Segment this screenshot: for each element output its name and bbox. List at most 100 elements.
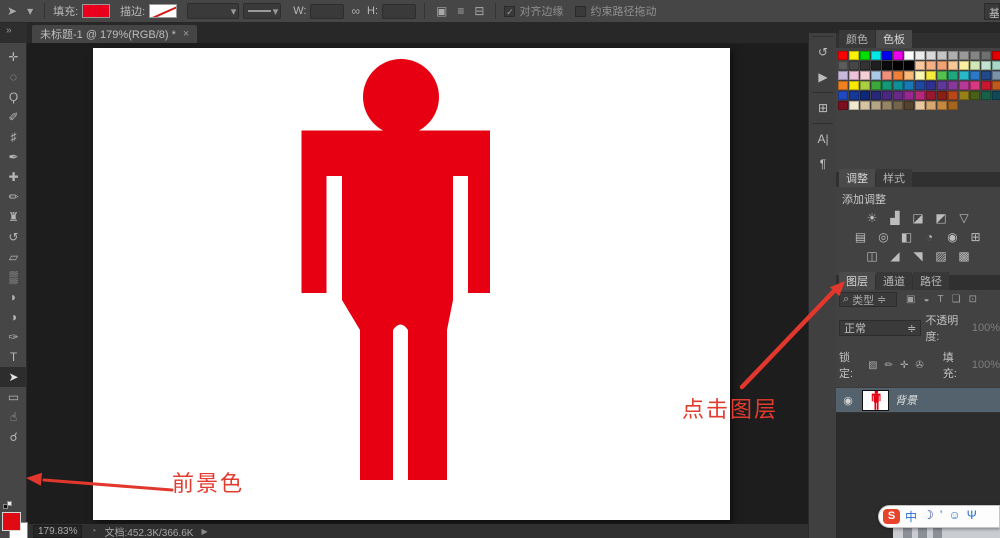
layer-thumbnail[interactable] [862,390,889,411]
blend-mode-dropdown[interactable]: 正常 ≑ [839,320,921,336]
color-swatch[interactable] [860,91,870,100]
tab-adjustments[interactable]: 调整 [839,169,875,187]
color-swatch[interactable] [904,81,914,90]
taskbar-button[interactable] [903,528,912,538]
paragraph-panel-icon[interactable]: ¶ [809,152,837,176]
color-swatch[interactable] [959,61,969,70]
lock-icon[interactable]: ✇ [915,360,923,371]
layer-row-background[interactable]: ◉ 背景 [836,387,1000,413]
color-swatch[interactable] [893,101,903,110]
color-swatch[interactable] [992,71,1000,80]
color-swatch[interactable] [849,81,859,90]
layer-filter-icon[interactable]: ▣ [906,294,915,305]
width-input[interactable] [310,4,344,19]
color-swatch[interactable] [970,61,980,70]
character-panel-icon[interactable]: A| [809,127,837,151]
path-arrangement-icon[interactable]: ⊟ [471,4,487,18]
gradient-tool[interactable]: ▒ [0,267,27,287]
color-swatch[interactable] [838,101,848,110]
color-swatch[interactable] [948,71,958,80]
color-swatch[interactable] [959,81,969,90]
ime-moon-icon[interactable]: ☽ [923,508,934,525]
presets-panel-icon[interactable]: ⊞ [809,96,837,120]
color-swatch[interactable] [970,81,980,90]
document-tab-close-icon[interactable]: × [183,28,189,40]
color-swatch[interactable] [915,61,925,70]
color-swatch[interactable] [882,91,892,100]
layer-filter-icon[interactable]: ❏ [952,294,961,305]
adjustment-icon[interactable]: ◪ [910,211,926,226]
color-swatch[interactable] [915,101,925,110]
tab-paths[interactable]: 路径 [913,272,949,290]
color-swatch[interactable] [926,61,936,70]
color-swatch[interactable] [904,91,914,100]
ime-logo-icon[interactable]: S [883,509,900,524]
tab-channels[interactable]: 通道 [876,272,912,290]
adjustment-icon[interactable]: ◧ [899,230,915,245]
healing-brush-tool[interactable]: ✚ [0,167,27,187]
color-swatch[interactable] [959,91,969,100]
color-swatch[interactable] [882,61,892,70]
color-swatch[interactable] [937,61,947,70]
rectangle-tool[interactable]: ▭ [0,387,27,407]
color-swatch[interactable] [992,91,1000,100]
color-swatch[interactable] [849,71,859,80]
color-swatch[interactable] [926,81,936,90]
color-swatch[interactable] [849,61,859,70]
color-swatch[interactable] [849,101,859,110]
constrain-path-checkbox[interactable]: 约束路径拖动 [575,3,656,19]
color-swatch[interactable] [948,61,958,70]
color-swatch[interactable] [981,71,991,80]
color-swatch[interactable] [871,81,881,90]
color-swatch[interactable] [992,61,1000,70]
stroke-type-dropdown[interactable]: ▾ [243,3,281,19]
adjustment-icon[interactable]: ◥ [910,249,926,264]
color-swatch[interactable] [981,81,991,90]
filter-kind-dropdown[interactable]: ⌕ 类型 ≑ [839,292,897,307]
color-swatch[interactable] [871,51,881,60]
color-swatch[interactable] [926,51,936,60]
color-swatch[interactable] [860,81,870,90]
history-brush-tool[interactable]: ↺ [0,227,27,247]
adjustment-icon[interactable]: ⊞ [968,230,984,245]
color-swatch[interactable] [937,71,947,80]
move-tool[interactable]: ✛ [0,47,27,67]
blur-tool[interactable]: ◗ [0,287,27,307]
color-swatch[interactable] [959,71,969,80]
color-swatch[interactable] [893,61,903,70]
eraser-tool[interactable]: ▱ [0,247,27,267]
color-swatch[interactable] [981,91,991,100]
color-swatch[interactable] [970,71,980,80]
color-swatch[interactable] [992,81,1000,90]
stroke-color-swatch[interactable] [149,4,177,18]
lock-icon[interactable]: ✛ [900,360,908,371]
pen-tool[interactable]: ✑ [0,327,27,347]
adjustment-icon[interactable]: ◎ [876,230,892,245]
document-canvas[interactable] [93,48,730,520]
color-swatch[interactable] [948,101,958,110]
color-swatch[interactable] [838,71,848,80]
path-alignment-icon[interactable]: ≡ [454,4,467,18]
color-swatch[interactable] [904,101,914,110]
path-operations-icon[interactable]: ▣ [433,4,450,18]
color-swatch[interactable] [937,91,947,100]
height-input[interactable] [382,4,416,19]
adjustment-icon[interactable]: ▩ [956,249,972,264]
adjustment-icon[interactable]: ◢ [887,249,903,264]
color-swatch[interactable] [981,61,991,70]
color-swatch[interactable] [948,51,958,60]
color-swatch[interactable] [948,91,958,100]
color-swatch[interactable] [970,91,980,100]
hand-tool[interactable]: ☝ [0,407,27,427]
fill-value[interactable]: 100% [972,359,1000,371]
color-swatch[interactable] [882,71,892,80]
color-swatch[interactable] [838,61,848,70]
color-swatch[interactable] [882,101,892,110]
lock-icon[interactable]: ✏ [885,360,893,371]
adjustment-icon[interactable]: ☀ [864,211,880,226]
adjustment-icon[interactable]: ◔ [922,230,938,245]
history-panel-icon[interactable]: ↺ [809,40,837,64]
color-swatch[interactable] [893,71,903,80]
fill-color-swatch[interactable] [82,4,110,18]
color-swatch[interactable] [915,71,925,80]
